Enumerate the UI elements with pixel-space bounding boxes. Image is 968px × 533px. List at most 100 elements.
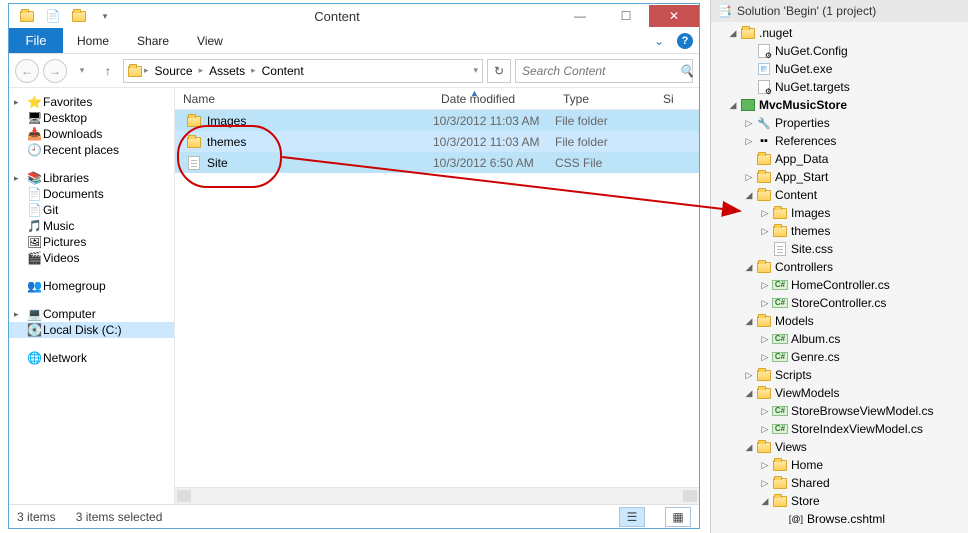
tree-item[interactable]: ▷⚙NuGet.Config [711, 42, 968, 60]
caret-closed-icon[interactable]: ▷ [759, 208, 771, 219]
caret-closed-icon[interactable]: ▷ [743, 370, 755, 381]
close-button[interactable] [649, 5, 699, 27]
sidebar-item-pictures[interactable]: 🖼Pictures [9, 234, 174, 250]
qat-open-icon[interactable] [67, 5, 91, 27]
tree-item[interactable]: ▷Images [711, 204, 968, 222]
tree-item[interactable]: ▷App_Data [711, 150, 968, 168]
tree-item[interactable]: ▷C#Genre.cs [711, 348, 968, 366]
sidebar-favorites[interactable]: ▸⭐Favorites [9, 94, 174, 110]
expand-ribbon-icon[interactable]: ⌄ [647, 28, 671, 53]
tree-item[interactable]: ▷NuGet.exe [711, 60, 968, 78]
tree-item[interactable]: ▷C#StoreBrowseViewModel.cs [711, 402, 968, 420]
caret-closed-icon[interactable]: ▷ [759, 280, 771, 291]
tab-share[interactable]: Share [123, 28, 183, 53]
tree-item[interactable]: ▷C#StoreController.cs [711, 294, 968, 312]
breadcrumb[interactable]: ▸ Source ▸ Assets ▸ Content ▾ [123, 59, 483, 83]
tab-view[interactable]: View [183, 28, 237, 53]
qat-properties-icon[interactable]: 📄 [41, 5, 65, 27]
sidebar-item-recent[interactable]: 🕘Recent places [9, 142, 174, 158]
tree-item[interactable]: ▷C#Album.cs [711, 330, 968, 348]
up-button[interactable]: ↑ [97, 64, 119, 78]
forward-button[interactable]: → [43, 59, 67, 83]
caret-closed-icon[interactable]: ▷ [759, 334, 771, 345]
file-tab[interactable]: File [9, 28, 63, 53]
chevron-right-icon[interactable]: ▸ [199, 65, 204, 76]
file-row[interactable]: themes10/3/2012 11:03 AMFile folder [175, 131, 699, 152]
bc-assets[interactable]: Assets [205, 64, 249, 78]
tree-item[interactable]: ▷[@]Browse.cshtml [711, 510, 968, 528]
file-row[interactable]: Site10/3/2012 6:50 AMCSS File [175, 152, 699, 173]
details-view-button[interactable]: ☰ [619, 507, 645, 527]
caret-closed-icon[interactable]: ▷ [759, 478, 771, 489]
sidebar-item-desktop[interactable]: 🖥Desktop [9, 110, 174, 126]
col-size[interactable]: Si [655, 92, 699, 106]
bc-content[interactable]: Content [258, 64, 308, 78]
tree-item[interactable]: ◢Views [711, 438, 968, 456]
tree-item[interactable]: ▷themes [711, 222, 968, 240]
tree-item[interactable]: ▷Site.css [711, 240, 968, 258]
tree-item[interactable]: ▷C#HomeController.cs [711, 276, 968, 294]
qat-explorer-icon[interactable] [15, 5, 39, 27]
caret-closed-icon[interactable]: ▷ [743, 136, 755, 147]
sidebar-network[interactable]: ▸🌐Network [9, 350, 174, 366]
sidebar-computer[interactable]: ▸💻Computer [9, 306, 174, 322]
sidebar-libraries[interactable]: ▸📚Libraries [9, 170, 174, 186]
help-icon[interactable]: ? [677, 33, 693, 49]
bc-source[interactable]: Source [151, 64, 197, 78]
maximize-button[interactable] [603, 5, 649, 27]
search-box[interactable]: 🔍 [515, 59, 693, 83]
qat-chevron-icon[interactable]: ▾ [93, 5, 117, 27]
h-scrollbar[interactable] [175, 487, 699, 504]
col-name[interactable]: Name [175, 92, 433, 106]
caret-closed-icon[interactable]: ▷ [759, 352, 771, 363]
caret-closed-icon[interactable]: ▷ [759, 298, 771, 309]
caret-closed-icon[interactable]: ▷ [759, 226, 771, 237]
caret-closed-icon[interactable]: ▷ [759, 406, 771, 417]
sidebar-homegroup[interactable]: ▸👥Homegroup [9, 278, 174, 294]
tree-item[interactable]: ▷Scripts [711, 366, 968, 384]
col-date[interactable]: Date modified [433, 92, 555, 106]
sidebar-item-documents[interactable]: 📄Documents [9, 186, 174, 202]
caret-closed-icon[interactable]: ▷ [743, 172, 755, 183]
tree-item[interactable]: ◢MvcMusicStore [711, 96, 968, 114]
caret-open-icon[interactable]: ◢ [743, 388, 755, 399]
tree-item[interactable]: ▷⚙NuGet.targets [711, 78, 968, 96]
tree-item[interactable]: ◢Store [711, 492, 968, 510]
sidebar-item-music[interactable]: 🎵Music [9, 218, 174, 234]
caret-open-icon[interactable]: ◢ [743, 190, 755, 201]
col-type[interactable]: Type [555, 92, 655, 106]
sidebar-item-local-disk[interactable]: 💽Local Disk (C:) [9, 322, 174, 338]
tree-item[interactable]: ▷App_Start [711, 168, 968, 186]
tree-item[interactable]: ◢ViewModels [711, 384, 968, 402]
tree-item[interactable]: ▷C#StoreIndexViewModel.cs [711, 420, 968, 438]
tree-item[interactable]: ◢.nuget [711, 24, 968, 42]
caret-open-icon[interactable]: ◢ [727, 28, 739, 39]
tree-item[interactable]: ▷Home [711, 456, 968, 474]
tree-item[interactable]: ▷▪▪References [711, 132, 968, 150]
solution-root[interactable]: 📑 Solution 'Begin' (1 project) [711, 0, 968, 22]
sidebar-item-git[interactable]: 📄Git [9, 202, 174, 218]
caret-open-icon[interactable]: ◢ [743, 316, 755, 327]
chevron-right-icon[interactable]: ▸ [251, 65, 256, 76]
caret-closed-icon[interactable]: ▷ [759, 424, 771, 435]
tree-item[interactable]: ▷🔧Properties [711, 114, 968, 132]
caret-open-icon[interactable]: ◢ [743, 262, 755, 273]
tree-item[interactable]: ◢Models [711, 312, 968, 330]
chevron-down-icon[interactable]: ▾ [473, 65, 478, 76]
caret-closed-icon[interactable]: ▷ [743, 118, 755, 129]
history-dropdown-icon[interactable]: ▾ [71, 65, 93, 76]
file-row[interactable]: Images10/3/2012 11:03 AMFile folder [175, 110, 699, 131]
chevron-right-icon[interactable]: ▸ [144, 65, 149, 76]
back-button[interactable]: ← [15, 59, 39, 83]
tree-item[interactable]: ◢Controllers [711, 258, 968, 276]
sidebar-item-downloads[interactable]: 📥Downloads [9, 126, 174, 142]
tree-item[interactable]: ▷Shared [711, 474, 968, 492]
sidebar-item-videos[interactable]: 🎬Videos [9, 250, 174, 266]
tree-item[interactable]: ◢Content [711, 186, 968, 204]
caret-open-icon[interactable]: ◢ [743, 442, 755, 453]
caret-open-icon[interactable]: ◢ [759, 496, 771, 507]
thumbnails-view-button[interactable]: ▦ [665, 507, 691, 527]
tab-home[interactable]: Home [63, 28, 123, 53]
search-input[interactable] [522, 64, 679, 78]
caret-closed-icon[interactable]: ▷ [759, 460, 771, 471]
